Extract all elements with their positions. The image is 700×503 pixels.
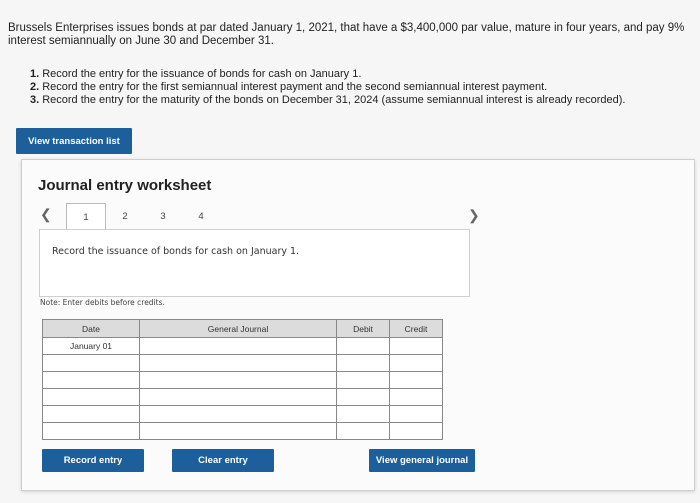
header-credit: Credit <box>389 319 443 338</box>
clear-entry-button[interactable]: Clear entry <box>172 449 274 472</box>
note-text: Note: Enter debits before credits. <box>40 298 165 307</box>
instruction-text: Record the issuance of bonds for cash on… <box>52 246 300 257</box>
header-general-journal: General Journal <box>139 319 337 338</box>
date-cell[interactable] <box>42 405 140 423</box>
table-row <box>42 405 443 423</box>
debit-input[interactable] <box>336 337 390 355</box>
credit-input[interactable] <box>389 337 443 355</box>
account-input[interactable] <box>139 354 337 372</box>
view-transaction-list-button[interactable]: View transaction list <box>16 128 132 154</box>
header-debit: Debit <box>336 319 390 338</box>
debit-input[interactable] <box>336 388 390 406</box>
tab-step-4[interactable]: 4 <box>182 203 220 229</box>
debit-input[interactable] <box>336 422 390 440</box>
table-row <box>42 388 443 406</box>
account-input[interactable] <box>139 371 337 389</box>
tab-step-2[interactable]: 2 <box>106 203 144 229</box>
header-date: Date <box>42 319 140 338</box>
chevron-right-icon[interactable]: ❯ <box>468 207 480 224</box>
credit-input[interactable] <box>389 405 443 423</box>
credit-input[interactable] <box>389 371 443 389</box>
credit-input[interactable] <box>389 388 443 406</box>
instruction-box: Record the issuance of bonds for cash on… <box>39 229 470 297</box>
table-row <box>42 354 443 372</box>
account-input[interactable] <box>139 388 337 406</box>
chevron-left-icon[interactable]: ❮ <box>40 206 52 223</box>
date-cell[interactable] <box>42 371 140 389</box>
step-tabs: 1 2 3 4 <box>66 203 220 231</box>
view-general-journal-button[interactable]: View general journal <box>369 449 475 472</box>
account-input[interactable] <box>139 422 337 440</box>
requirement-item: 1. Record the entry for the issuance of b… <box>30 68 362 80</box>
date-cell[interactable] <box>42 388 140 406</box>
tab-step-3[interactable]: 3 <box>144 203 182 229</box>
debit-input[interactable] <box>336 354 390 372</box>
problem-intro: Brussels Enterprises issues bonds at par… <box>8 22 685 47</box>
journal-entry-worksheet: Journal entry worksheet ❮ 1 2 3 4 ❯ Reco… <box>21 159 695 491</box>
date-cell[interactable] <box>42 354 140 372</box>
requirements-list: 1. Record the entry for the issuance of b… <box>30 68 626 107</box>
tab-step-1[interactable]: 1 <box>66 203 106 231</box>
table-row <box>42 371 443 389</box>
table-row <box>42 422 443 440</box>
worksheet-title: Journal entry worksheet <box>38 177 212 194</box>
date-cell[interactable]: January 01 <box>42 337 140 355</box>
account-input[interactable] <box>139 337 337 355</box>
credit-input[interactable] <box>389 354 443 372</box>
date-cell[interactable] <box>42 422 140 440</box>
account-input[interactable] <box>139 405 337 423</box>
journal-table: Date General Journal Debit Credit Januar… <box>42 319 443 440</box>
credit-input[interactable] <box>389 422 443 440</box>
debit-input[interactable] <box>336 371 390 389</box>
requirement-item: 2. Record the entry for the first semiann… <box>30 81 548 93</box>
table-row: January 01 <box>42 337 443 355</box>
record-entry-button[interactable]: Record entry <box>42 449 144 472</box>
debit-input[interactable] <box>336 405 390 423</box>
requirement-item: 3. Record the entry for the maturity of t… <box>30 94 626 106</box>
